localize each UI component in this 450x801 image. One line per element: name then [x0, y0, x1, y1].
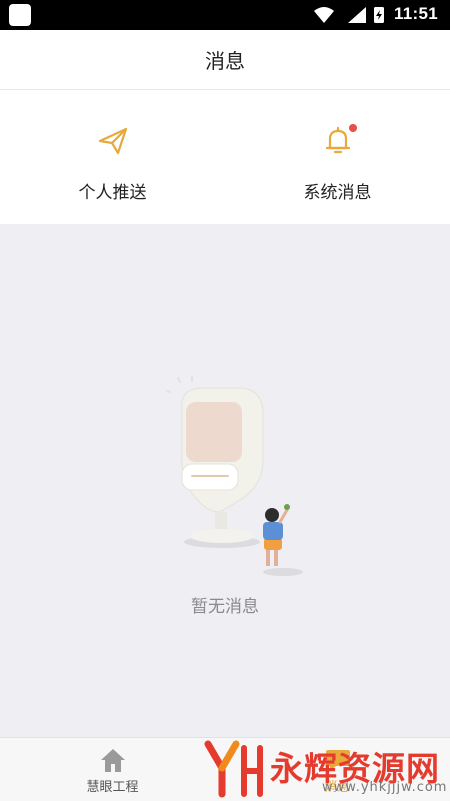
- status-bar: 11:51: [0, 0, 450, 30]
- empty-illustration: [166, 375, 303, 576]
- watermark-url: www.yhkjjjw.com: [322, 780, 448, 795]
- watermark-logo: [204, 740, 263, 798]
- status-time: 11:51: [393, 4, 438, 23]
- category-personal-push[interactable]: 个人推送: [0, 90, 225, 224]
- signal-icon: [348, 7, 366, 23]
- empty-state: 暂无消息: [0, 224, 450, 736]
- bell-icon: [321, 124, 357, 158]
- status-icons: [314, 7, 384, 23]
- tab-label: 慧眼工程: [86, 780, 139, 795]
- category-label: 个人推送: [78, 183, 147, 203]
- home-icon: [100, 749, 125, 772]
- paper-plane-icon: [96, 124, 130, 158]
- category-system-message[interactable]: 系统消息: [225, 90, 450, 224]
- watermark: 永辉资源网 www.yhkjjjw.com: [200, 738, 450, 800]
- notification-app-icon: [9, 4, 31, 26]
- page-title: 消息: [205, 49, 245, 73]
- wifi-icon: [314, 7, 334, 23]
- tab-home[interactable]: 慧眼工程: [0, 738, 225, 801]
- message-categories: 个人推送 系统消息: [0, 90, 450, 224]
- app-header: 消息: [0, 30, 450, 90]
- category-label: 系统消息: [303, 183, 372, 203]
- empty-message: 暂无消息: [191, 597, 259, 617]
- unread-badge: [348, 124, 357, 132]
